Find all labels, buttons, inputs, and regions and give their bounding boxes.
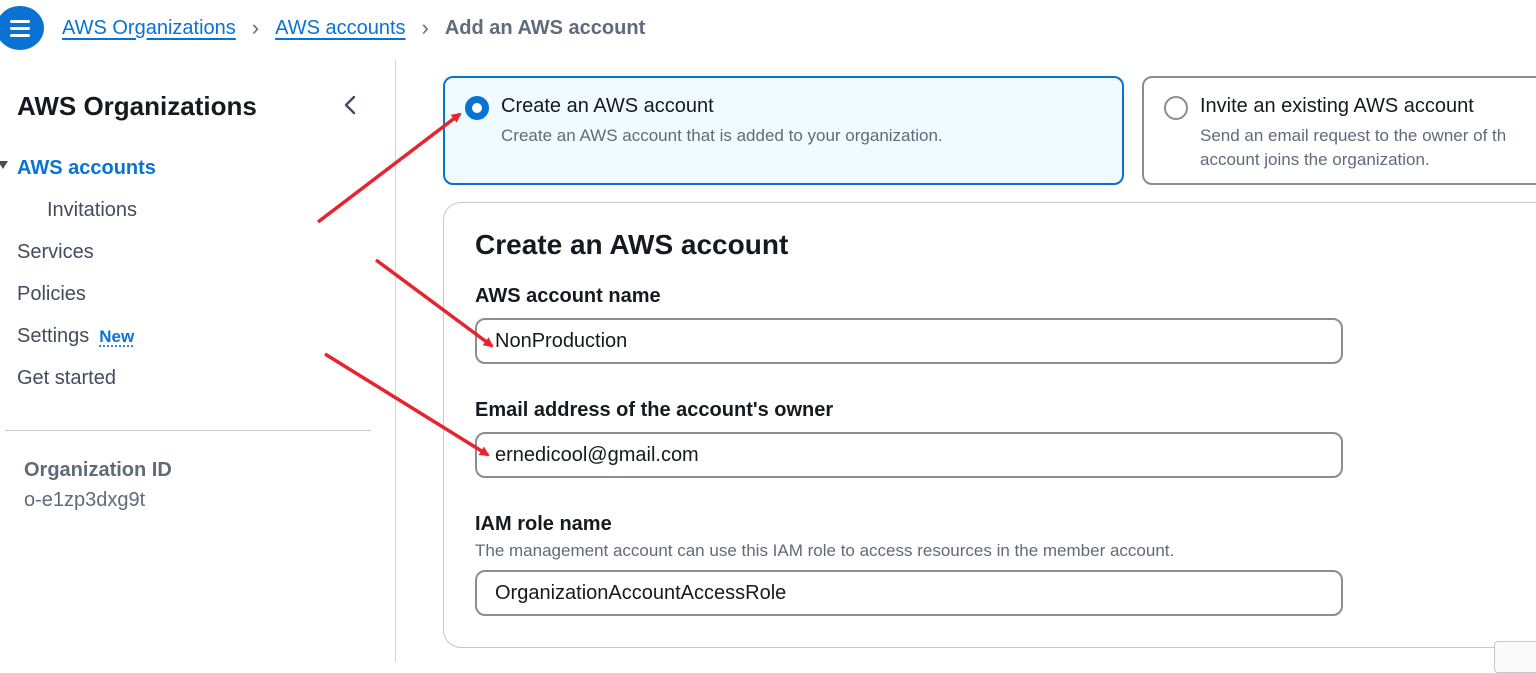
corner-widget[interactable] bbox=[1494, 641, 1536, 673]
option-title: Invite an existing AWS account bbox=[1200, 95, 1474, 117]
option-create-account[interactable]: Create an AWS account Create an AWS acco… bbox=[443, 76, 1124, 185]
menu-icon-bar bbox=[10, 19, 30, 23]
radio-icon[interactable] bbox=[465, 96, 489, 120]
organization-id-label: Organization ID bbox=[24, 459, 172, 481]
breadcrumb-aws-organizations[interactable]: AWS Organizations bbox=[62, 17, 236, 40]
new-badge[interactable]: New bbox=[99, 327, 134, 346]
menu-icon-bar bbox=[10, 33, 30, 37]
breadcrumb: AWS Organizations › AWS accounts › Add a… bbox=[62, 14, 645, 42]
chevron-left-icon[interactable] bbox=[338, 90, 362, 120]
iam-role-label: IAM role name bbox=[475, 513, 612, 535]
radio-icon[interactable] bbox=[1164, 96, 1188, 120]
sidebar-title: AWS Organizations bbox=[17, 91, 257, 121]
account-name-input[interactable] bbox=[475, 318, 1343, 364]
option-description: Send an email request to the owner of th… bbox=[1200, 126, 1507, 169]
iam-role-description: The management account can use this IAM … bbox=[475, 541, 1175, 560]
iam-role-input[interactable] bbox=[475, 570, 1343, 616]
sidebar-item-services[interactable]: Services bbox=[17, 241, 94, 264]
sidebar-item-get-started[interactable]: Get started bbox=[17, 367, 116, 390]
caret-down-icon[interactable] bbox=[0, 161, 8, 169]
sidebar-item-settings[interactable]: Settings New bbox=[17, 325, 134, 348]
create-account-panel: Create an AWS account AWS account name E… bbox=[443, 202, 1536, 648]
sidebar-item-invitations[interactable]: Invitations bbox=[47, 199, 137, 222]
option-invite-account[interactable]: Invite an existing AWS account Send an e… bbox=[1142, 76, 1536, 185]
menu-icon-bar bbox=[10, 26, 30, 30]
panel-title: Create an AWS account bbox=[475, 229, 789, 260]
email-input[interactable] bbox=[475, 432, 1343, 478]
sidebar-divider bbox=[5, 430, 371, 431]
option-description: Create an AWS account that is added to y… bbox=[501, 126, 943, 145]
menu-button[interactable] bbox=[0, 6, 44, 50]
email-label: Email address of the account's owner bbox=[475, 399, 834, 421]
sidebar-item-label: Settings bbox=[17, 325, 90, 347]
chevron-right-icon: › bbox=[251, 15, 260, 40]
option-title: Create an AWS account bbox=[501, 95, 714, 117]
sidebar-item-policies[interactable]: Policies bbox=[17, 283, 86, 306]
breadcrumb-aws-accounts[interactable]: AWS accounts bbox=[275, 17, 405, 40]
organization-id-value: o-e1zp3dxg9t bbox=[24, 489, 146, 511]
sidebar: AWS Organizations AWS accounts Invitatio… bbox=[0, 60, 396, 662]
breadcrumb-current: Add an AWS account bbox=[444, 16, 646, 39]
chevron-right-icon: › bbox=[421, 15, 429, 40]
account-name-label: AWS account name bbox=[475, 285, 661, 307]
sidebar-item-aws-accounts[interactable]: AWS accounts bbox=[17, 157, 156, 180]
